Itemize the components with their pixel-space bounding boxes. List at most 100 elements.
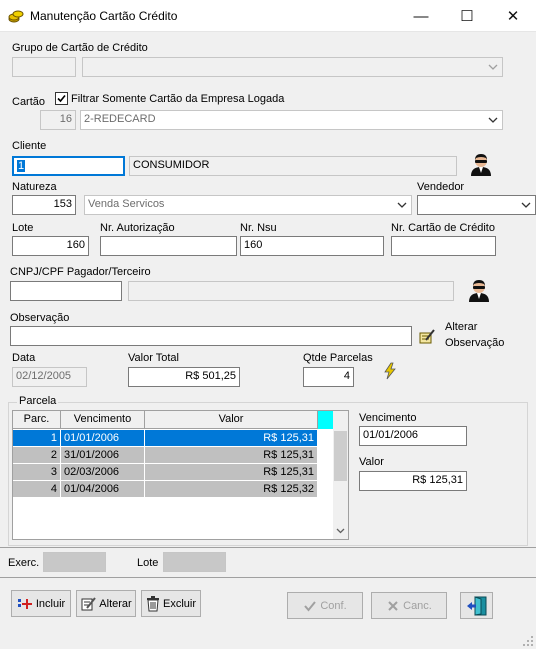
cartao-combo[interactable]: 2-REDECARD (80, 110, 503, 130)
data-field[interactable]: 02/12/2005 (12, 367, 87, 387)
vendedor-label: Vendedor (417, 181, 465, 193)
nr-cartao-field[interactable] (391, 236, 496, 256)
resize-grip-icon[interactable] (522, 635, 534, 647)
vertical-scrollbar[interactable] (333, 411, 348, 539)
conf-button[interactable]: Conf. (287, 592, 363, 619)
canc-label: Canc. (403, 599, 432, 612)
cell-parc: 4 (13, 481, 61, 498)
detail-vencimento-field[interactable]: 01/01/2006 (359, 426, 467, 446)
natureza-label: Natureza (12, 181, 57, 193)
close-button[interactable]: ✕ (490, 0, 536, 32)
cartao-label: Cartão (12, 96, 46, 108)
incluir-label: Incluir (35, 597, 66, 610)
canc-button[interactable]: Canc. (371, 592, 447, 619)
cell-parc: 2 (13, 447, 61, 464)
cell-vencimento: 31/01/2006 (61, 447, 145, 464)
natureza-combo-value: Venda Servicos (88, 198, 165, 210)
observacao-field[interactable] (10, 326, 412, 346)
cliente-label: Cliente (12, 140, 47, 152)
parcela-grid[interactable]: Parc. Vencimento Valor 1 01/01/2006 R$ 1… (12, 410, 349, 540)
vendedor-combo[interactable] (417, 195, 536, 215)
nsu-label: Nr. Nsu (240, 222, 277, 234)
cliente-name-field: CONSUMIDOR (129, 156, 457, 176)
maximize-button[interactable]: ☐ (444, 0, 490, 32)
table-row[interactable]: 1 01/01/2006 R$ 125,31 (13, 430, 333, 447)
cell-vencimento: 01/01/2006 (61, 430, 145, 447)
chevron-down-icon (397, 202, 407, 208)
divider (0, 577, 536, 578)
app-coins-icon (8, 8, 24, 24)
table-row[interactable]: 3 02/03/2006 R$ 125,31 (13, 464, 333, 481)
cnpj-name-field (128, 281, 454, 301)
cell-vencimento: 01/04/2006 (61, 481, 145, 498)
cnpj-search-agent-icon[interactable] (466, 278, 492, 302)
nsu-field[interactable]: 160 (240, 236, 384, 256)
table-row[interactable]: 2 31/01/2006 R$ 125,31 (13, 447, 333, 464)
excluir-button[interactable]: Excluir (141, 590, 201, 617)
exit-button[interactable] (460, 592, 493, 619)
parcela-group-label: Parcela (17, 395, 59, 407)
col-header-valor[interactable]: Valor (145, 411, 318, 429)
footer-lote-label: Lote (137, 557, 159, 569)
cell-vencimento: 02/03/2006 (61, 464, 145, 481)
cancel-x-icon (388, 600, 398, 611)
nr-cartao-label: Nr. Cartão de Crédito (391, 222, 495, 234)
cnpj-field[interactable] (10, 281, 122, 301)
scrollbar-thumb[interactable] (334, 431, 347, 481)
col-header-parc[interactable]: Parc. (13, 411, 61, 429)
natureza-code-field[interactable]: 153 (12, 195, 76, 215)
autorizacao-field[interactable] (100, 236, 237, 256)
valor-total-label: Valor Total (128, 352, 179, 364)
window-title: Manutenção Cartão Crédito (30, 9, 178, 23)
cliente-search-agent-icon[interactable] (468, 152, 494, 176)
qtde-parcelas-label: Qtde Parcelas (303, 352, 373, 364)
col-header-vencimento[interactable]: Vencimento (61, 411, 145, 429)
qtde-parcelas-field[interactable]: 4 (303, 367, 354, 387)
cartao-combo-value: 2-REDECARD (84, 113, 156, 125)
checkmark-icon (304, 600, 317, 612)
natureza-combo[interactable]: Venda Servicos (84, 195, 412, 215)
valor-total-field[interactable]: R$ 501,25 (128, 367, 240, 387)
alterar-observacao-icon[interactable] (418, 328, 436, 346)
cell-parc: 1 (13, 430, 61, 447)
lote-label: Lote (12, 222, 34, 234)
incluir-button[interactable]: Incluir (11, 590, 71, 617)
lote-field[interactable]: 160 (12, 236, 89, 256)
observacao-label: Observação (10, 312, 70, 324)
cliente-code-field[interactable]: 1 (12, 156, 125, 176)
grupo-code-field[interactable] (12, 57, 76, 77)
alterar-observacao-label-2[interactable]: Observação (445, 337, 504, 349)
chevron-down-icon (488, 117, 498, 123)
chevron-down-icon (521, 202, 531, 208)
lightning-bolt-icon[interactable] (382, 362, 398, 380)
footer-lote-field (163, 552, 226, 572)
minimize-button[interactable]: — (398, 0, 444, 32)
chevron-down-icon (488, 64, 498, 70)
alterar-button[interactable]: Alterar (76, 590, 136, 617)
filter-checkbox[interactable] (55, 92, 68, 105)
grupo-combo[interactable] (82, 57, 503, 77)
cell-valor: R$ 125,31 (145, 464, 318, 481)
alterar-label: Alterar (99, 597, 132, 610)
detail-valor-field[interactable]: R$ 125,31 (359, 471, 467, 491)
trash-icon (146, 595, 159, 611)
grupo-label: Grupo de Cartão de Crédito (12, 42, 148, 54)
alterar-observacao-label-1[interactable]: Alterar (445, 321, 477, 333)
cliente-code-value: 1 (17, 160, 26, 172)
detail-valor-label: Valor (359, 456, 384, 468)
cell-valor: R$ 125,32 (145, 481, 318, 498)
conf-label: Conf. (320, 599, 347, 612)
scroll-down-icon[interactable] (336, 526, 345, 535)
edit-icon (81, 596, 97, 610)
divider (0, 547, 536, 548)
autorizacao-label: Nr. Autorização (100, 222, 175, 234)
exerc-field (43, 552, 106, 572)
excluir-label: Excluir (162, 597, 196, 610)
cell-parc: 3 (13, 464, 61, 481)
cnpj-label: CNPJ/CPF Pagador/Terceiro (10, 266, 151, 278)
filter-label: Filtrar Somente Cartão da Empresa Logada (71, 93, 285, 105)
add-row-icon (17, 598, 32, 609)
table-row[interactable]: 4 01/04/2006 R$ 125,32 (13, 481, 333, 498)
cartao-code-field[interactable]: 16 (40, 110, 76, 130)
cell-valor: R$ 125,31 (145, 430, 318, 447)
